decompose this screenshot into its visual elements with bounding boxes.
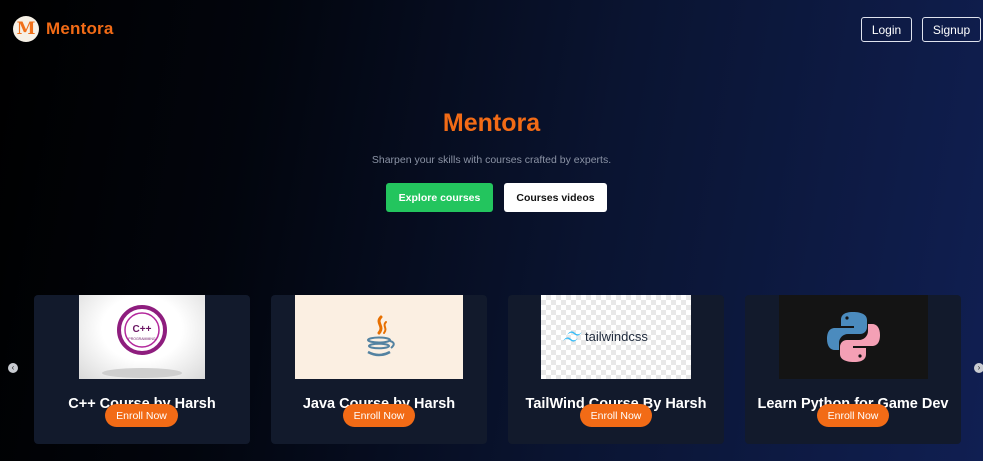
tailwind-logo-icon: tailwindcss xyxy=(541,295,691,379)
explore-courses-button[interactable]: Explore courses xyxy=(386,183,493,212)
cpp-logo-icon: C++ PROGRAMMING xyxy=(79,295,205,379)
enroll-button[interactable]: Enroll Now xyxy=(105,404,178,427)
course-card: Learn Python for Game Dev Enroll Now xyxy=(745,295,961,444)
hero-subtitle: Sharpen your skills with courses crafted… xyxy=(371,154,612,166)
cpp-logo-text: C++ xyxy=(133,324,152,335)
hero-title: Mentora xyxy=(442,109,541,137)
course-card: C++ PROGRAMMING C++ Course by Harsh Enro… xyxy=(34,295,250,444)
python-logo-icon xyxy=(779,295,928,379)
enroll-button[interactable]: Enroll Now xyxy=(343,404,415,427)
enroll-button[interactable]: Enroll Now xyxy=(817,404,889,427)
chevron-right-icon[interactable]: › xyxy=(974,363,983,373)
brand-logo[interactable]: M Mentora xyxy=(13,16,114,42)
course-card: tailwindcss TailWind Course By Harsh Enr… xyxy=(508,295,724,444)
enroll-button[interactable]: Enroll Now xyxy=(580,404,652,427)
logo-text: Mentora xyxy=(46,19,114,38)
java-logo-icon xyxy=(295,295,463,379)
course-card: Java Course by Harsh Enroll Now xyxy=(271,295,487,444)
logo-badge-icon: M xyxy=(13,16,39,42)
login-button[interactable]: Login xyxy=(861,17,912,42)
signup-button[interactable]: Signup xyxy=(922,17,981,42)
cpp-logo-subtext: PROGRAMMING xyxy=(128,337,156,341)
logo-letter: M xyxy=(16,18,36,39)
chevron-left-icon[interactable]: ‹ xyxy=(8,363,18,373)
tailwind-logo-text: tailwindcss xyxy=(585,329,648,344)
courses-videos-button[interactable]: Courses videos xyxy=(504,183,607,212)
